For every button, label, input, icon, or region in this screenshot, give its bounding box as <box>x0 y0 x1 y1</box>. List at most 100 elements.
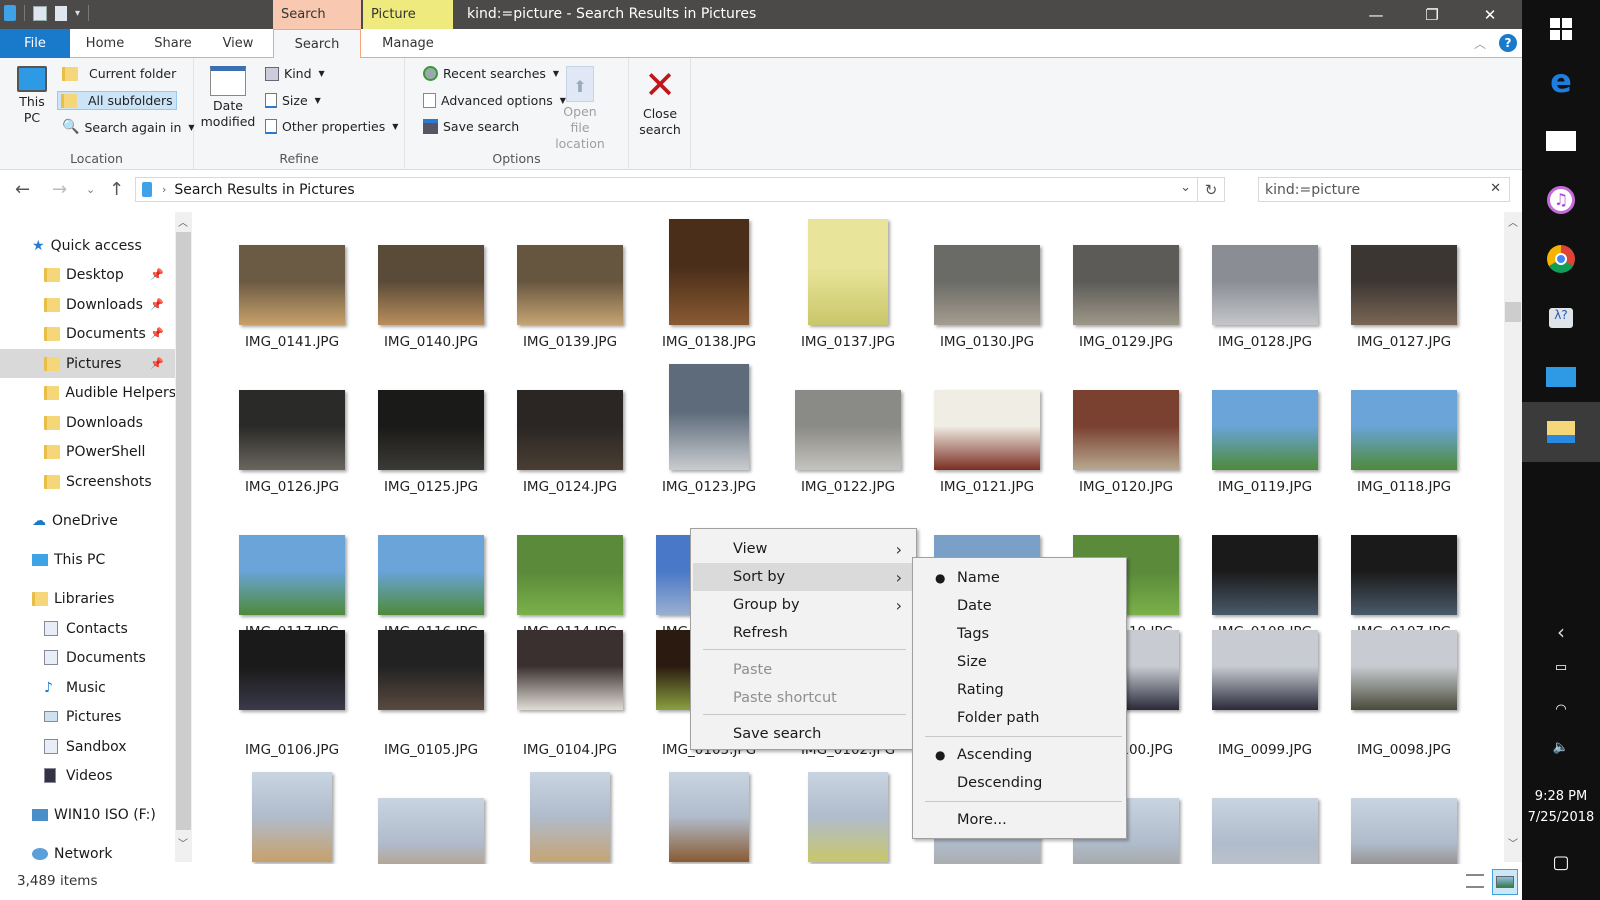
pin-icon[interactable]: 📌 <box>150 327 164 340</box>
menu-item-sort-by[interactable]: Sort by › <box>693 563 914 591</box>
volume-icon[interactable]: 🔈 <box>1522 740 1600 755</box>
taskbar-itunes[interactable]: ♫ <box>1522 171 1600 229</box>
sidebar-item-powershell[interactable]: POwerShell <box>0 437 176 466</box>
sidebar-item-quick-access[interactable]: ★ Quick access <box>0 231 176 260</box>
details-view-button[interactable] <box>1466 874 1486 890</box>
recent-locations-chevron-icon[interactable]: ⌄ <box>86 183 95 196</box>
sidebar-item-network[interactable]: Network <box>0 839 176 864</box>
breadcrumb[interactable]: Search Results in Pictures <box>174 182 354 198</box>
sidebar-item-this-pc[interactable]: This PC <box>0 545 176 574</box>
sort-option-size[interactable]: Size <box>915 648 1124 676</box>
address-bar[interactable]: › Search Results in Pictures ⌄ <box>135 177 1198 202</box>
sidebar-item-library-documents[interactable]: Documents <box>0 643 176 672</box>
scroll-up-icon[interactable]: ︿ <box>1508 214 1518 229</box>
close-search-button[interactable]: ✕ Close search <box>635 66 685 138</box>
open-file-location-button[interactable]: ⬆ Open file location <box>551 66 609 152</box>
image-thumbnail[interactable] <box>808 772 888 862</box>
clock-date[interactable]: 7/25/2018 <box>1522 810 1600 825</box>
menu-item-view[interactable]: View › <box>693 535 914 563</box>
all-subfolders-button[interactable]: All subfolders <box>57 91 177 110</box>
start-button[interactable] <box>1522 0 1600 58</box>
large-icons-view-button[interactable] <box>1492 869 1518 895</box>
sidebar-item-downloads-2[interactable]: Downloads <box>0 408 176 437</box>
image-thumbnail[interactable] <box>530 772 610 862</box>
taskbar-edge[interactable]: e <box>1522 52 1600 110</box>
action-center-icon[interactable]: ▢ <box>1522 852 1600 873</box>
save-search-button[interactable]: Save search <box>423 119 519 134</box>
sort-option-rating[interactable]: Rating <box>915 676 1124 704</box>
sidebar-item-libraries[interactable]: Libraries <box>0 584 176 613</box>
taskbar-mail[interactable] <box>1522 112 1600 170</box>
kind-button[interactable]: Kind ▼ <box>265 66 325 81</box>
image-thumbnail[interactable] <box>1351 798 1457 864</box>
sidebar-item-win10-iso[interactable]: WIN10 ISO (F:) <box>0 800 176 829</box>
search-again-in-button[interactable]: 🔍 Search again in ▼ <box>62 119 195 135</box>
recent-searches-button[interactable]: Recent searches ▼ <box>423 66 559 81</box>
forward-arrow-icon[interactable]: → <box>52 179 67 200</box>
navigation-pane-scrollbar[interactable]: ︿ ﹀ <box>175 212 192 862</box>
tab-manage[interactable]: Manage <box>363 29 453 58</box>
scroll-down-icon[interactable]: ﹀ <box>178 835 188 850</box>
taskbar-file-explorer[interactable] <box>1522 402 1600 462</box>
taskbar-chrome[interactable] <box>1522 230 1600 288</box>
sidebar-item-sandbox[interactable]: Sandbox <box>0 732 176 761</box>
pin-icon[interactable]: 📌 <box>150 298 164 311</box>
file-grid-scrollbar[interactable]: ︿ ﹀ <box>1504 212 1522 862</box>
sidebar-item-videos[interactable]: Videos <box>0 761 176 790</box>
sidebar-item-desktop[interactable]: Desktop 📌 <box>0 260 176 289</box>
menu-item-paste[interactable]: Paste <box>693 656 914 684</box>
sort-option-name[interactable]: ● Name <box>915 564 1124 592</box>
scroll-down-icon[interactable]: ﹀ <box>1508 835 1518 850</box>
image-thumbnail[interactable] <box>378 798 484 864</box>
up-arrow-icon[interactable]: ↑ <box>109 179 124 200</box>
sort-option-more[interactable]: More... <box>915 806 1124 834</box>
sort-option-date[interactable]: Date <box>915 592 1124 620</box>
sort-order-descending[interactable]: Descending <box>915 769 1124 797</box>
sidebar-item-pictures[interactable]: Pictures 📌 <box>0 349 176 378</box>
scrollbar-thumb[interactable] <box>1505 302 1521 322</box>
scrollbar-thumb[interactable] <box>176 232 191 830</box>
pin-icon[interactable]: 📌 <box>150 268 164 281</box>
sidebar-item-downloads[interactable]: Downloads 📌 <box>0 290 176 319</box>
new-folder-icon[interactable] <box>55 5 67 21</box>
show-hidden-icons[interactable]: ‹ <box>1522 620 1600 644</box>
size-button[interactable]: Size ▼ <box>265 93 321 108</box>
menu-item-refresh[interactable]: Refresh <box>693 619 914 647</box>
other-properties-button[interactable]: Other properties ▼ <box>265 119 398 134</box>
restore-button[interactable]: ❐ <box>1404 0 1460 29</box>
help-icon[interactable]: ? <box>1499 34 1517 52</box>
sidebar-item-onedrive[interactable]: ☁ OneDrive <box>0 506 176 535</box>
menu-item-paste-shortcut[interactable]: Paste shortcut <box>693 684 914 712</box>
sort-order-ascending[interactable]: ● Ascending <box>915 741 1124 769</box>
close-button[interactable]: ✕ <box>1462 0 1518 29</box>
customize-qat-icon[interactable]: ▾ <box>75 8 80 19</box>
tab-view[interactable]: View <box>210 29 266 58</box>
sidebar-item-audible-helpers[interactable]: Audible Helpers <box>0 378 176 407</box>
tab-search[interactable]: Search <box>273 29 361 59</box>
properties-icon[interactable] <box>33 5 47 21</box>
explorer-app-icon[interactable] <box>4 5 16 21</box>
sidebar-item-documents[interactable]: Documents 📌 <box>0 319 176 348</box>
tab-home[interactable]: Home <box>75 29 135 58</box>
scroll-up-icon[interactable]: ︿ <box>178 214 188 229</box>
battery-icon[interactable]: ▭ <box>1522 660 1600 675</box>
sort-option-folder-path[interactable]: Folder path <box>915 704 1124 732</box>
wifi-icon[interactable]: ◠ <box>1522 702 1600 717</box>
menu-item-group-by[interactable]: Group by › <box>693 591 914 619</box>
clock-time[interactable]: 9:28 PM <box>1522 789 1600 804</box>
current-folder-button[interactable]: Current folder <box>62 66 176 81</box>
minimize-button[interactable]: — <box>1348 0 1404 29</box>
date-modified-button[interactable]: Date modified <box>198 66 258 130</box>
address-dropdown-icon[interactable]: ⌄ <box>1180 180 1191 195</box>
image-thumbnail[interactable] <box>252 772 332 862</box>
image-thumbnail[interactable] <box>669 772 749 862</box>
menu-item-save-search[interactable]: Save search <box>693 720 914 748</box>
this-pc-button[interactable]: This PC <box>10 66 54 126</box>
sidebar-item-contacts[interactable]: Contacts <box>0 614 176 643</box>
advanced-options-button[interactable]: Advanced options ▼ <box>423 93 566 108</box>
taskbar-lambda-app[interactable]: λ? <box>1522 289 1600 347</box>
pin-icon[interactable]: 📌 <box>150 357 164 370</box>
tab-share[interactable]: Share <box>143 29 203 58</box>
sidebar-item-music[interactable]: ♪ Music <box>0 673 176 702</box>
image-thumbnail[interactable] <box>1212 798 1318 864</box>
